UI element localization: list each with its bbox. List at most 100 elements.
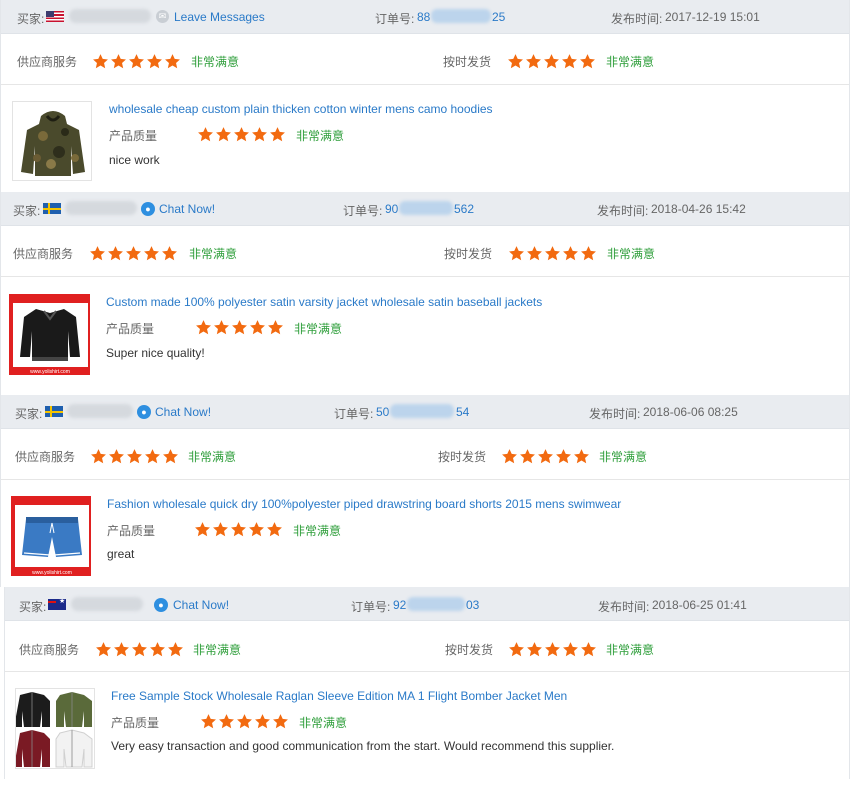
star-icon — [574, 449, 589, 464]
review-comment: Super nice quality! — [106, 346, 205, 360]
review-card: 买家: ✉ Leave Messages 订单号: 88 25 发布时间: 20… — [0, 0, 850, 192]
review-card: 买家: ● Chat Now! 订单号: 50 54 发布时间: 2018-06… — [0, 395, 850, 587]
star-icon — [563, 246, 578, 261]
on-time-delivery-rating-text: 非常满意 — [599, 450, 648, 464]
published-label: 发布时间: — [597, 204, 649, 218]
star-icon — [237, 714, 252, 729]
product-title-link[interactable]: Custom made 100% polyester satin varsity… — [106, 295, 542, 309]
review-header: 买家: ✉ Leave Messages 订单号: 88 25 发布时间: 20… — [1, 0, 849, 34]
supplier-service-stars — [92, 53, 181, 70]
sweden-flag-icon — [45, 406, 63, 417]
supplier-service-stars — [89, 245, 178, 262]
order-label: 订单号: — [351, 600, 391, 614]
chat-now-link[interactable]: Chat Now! — [159, 202, 215, 216]
star-icon — [91, 449, 106, 464]
on-time-delivery-label: 按时发货 — [445, 643, 494, 657]
star-icon — [90, 246, 105, 261]
product-quality-stars — [197, 126, 286, 143]
star-icon — [216, 127, 231, 142]
star-icon — [144, 246, 159, 261]
chat-now-link[interactable]: Chat Now! — [155, 405, 211, 419]
star-icon — [234, 127, 249, 142]
supplier-service-rating-text: 非常满意 — [189, 247, 238, 261]
product-thumbnail[interactable]: www.yolishirt.com — [11, 496, 91, 576]
star-icon — [270, 127, 285, 142]
order-number-prefix[interactable]: 50 — [376, 405, 389, 419]
star-icon — [168, 642, 183, 657]
buyer-label: 买家: — [19, 600, 47, 614]
star-icon — [538, 449, 553, 464]
order-label: 订单号: — [334, 407, 374, 421]
order-label: 订单号: — [375, 12, 415, 26]
on-time-delivery-label: 按时发货 — [443, 55, 492, 69]
published-label: 发布时间: — [611, 12, 663, 26]
product-quality-label: 产品质量 — [109, 129, 158, 143]
star-icon — [509, 246, 524, 261]
chat-icon[interactable]: ● — [154, 598, 168, 612]
star-icon — [201, 714, 216, 729]
star-icon — [249, 522, 264, 537]
order-number-redacted — [407, 597, 465, 611]
star-icon — [255, 714, 270, 729]
order-number-redacted — [431, 9, 491, 23]
order-number-prefix[interactable]: 92 — [393, 598, 406, 612]
on-time-delivery-stars — [508, 245, 597, 262]
product-title-link[interactable]: Fashion wholesale quick dry 100%polyeste… — [107, 497, 621, 511]
review-comment: nice work — [109, 153, 160, 167]
order-number-suffix[interactable]: 54 — [456, 405, 469, 419]
order-number-prefix[interactable]: 88 — [417, 10, 430, 24]
review-header: 买家: ● Chat Now! 订单号: 90 562 发布时间: 2018-0… — [1, 192, 849, 226]
svg-text:www.yolishirt.com: www.yolishirt.com — [32, 570, 72, 576]
on-time-delivery-stars — [501, 448, 590, 465]
review-comment: Very easy transaction and good communica… — [111, 739, 615, 753]
star-icon — [198, 127, 213, 142]
product-quality-rating-text: 非常满意 — [296, 129, 345, 143]
star-icon — [502, 449, 517, 464]
message-icon[interactable]: ✉ — [156, 10, 169, 23]
supplier-service-label: 供应商服务 — [15, 450, 76, 464]
on-time-delivery-label: 按时发货 — [444, 247, 493, 261]
published-label: 发布时间: — [589, 407, 641, 421]
product-thumbnail[interactable]: www.yolishirt.com — [9, 294, 90, 375]
star-icon — [562, 54, 577, 69]
leave-messages-link[interactable]: Leave Messages — [174, 10, 265, 24]
published-label: 发布时间: — [598, 600, 650, 614]
star-icon — [93, 54, 108, 69]
rating-row: 供应商服务 非常满意 按时发货 非常满意 — [1, 34, 849, 85]
star-icon — [163, 449, 178, 464]
star-icon — [196, 320, 211, 335]
product-title-link[interactable]: Free Sample Stock Wholesale Raglan Sleev… — [111, 689, 567, 703]
supplier-service-label: 供应商服务 — [17, 55, 78, 69]
supplier-service-stars — [95, 641, 184, 658]
star-icon — [268, 320, 283, 335]
chat-icon[interactable]: ● — [141, 202, 155, 216]
star-icon — [267, 522, 282, 537]
supplier-service-label: 供应商服务 — [13, 247, 74, 261]
product-thumbnail[interactable] — [12, 101, 92, 181]
buyer-name-redacted — [69, 9, 151, 23]
published-date: 2018-06-25 01:41 — [652, 598, 747, 612]
product-quality-label: 产品质量 — [111, 716, 160, 730]
product-review: www.yolishirt.com Fashion wholesale quic… — [1, 480, 849, 587]
supplier-service-rating-text: 非常满意 — [191, 55, 240, 69]
product-quality-label: 产品质量 — [106, 322, 155, 336]
chat-now-link[interactable]: Chat Now! — [173, 598, 229, 612]
product-quality-rating-text: 非常满意 — [293, 524, 342, 538]
star-icon — [508, 54, 523, 69]
product-thumbnail[interactable] — [15, 688, 95, 769]
on-time-delivery-rating-text: 非常满意 — [607, 247, 656, 261]
on-time-delivery-rating-text: 非常满意 — [606, 643, 655, 657]
order-number-suffix[interactable]: 562 — [454, 202, 474, 216]
product-title-link[interactable]: wholesale cheap custom plain thicken cot… — [109, 102, 493, 116]
star-icon — [96, 642, 111, 657]
order-number-prefix[interactable]: 90 — [385, 202, 398, 216]
star-icon — [581, 642, 596, 657]
buyer-name-redacted — [67, 404, 133, 418]
star-icon — [126, 246, 141, 261]
order-number-suffix[interactable]: 25 — [492, 10, 505, 24]
star-icon — [213, 522, 228, 537]
review-header: 买家: ● Chat Now! 订单号: 50 54 发布时间: 2018-06… — [1, 395, 849, 429]
chat-icon[interactable]: ● — [137, 405, 151, 419]
order-number-suffix[interactable]: 03 — [466, 598, 479, 612]
svg-text:www.yolishirt.com: www.yolishirt.com — [30, 369, 70, 375]
